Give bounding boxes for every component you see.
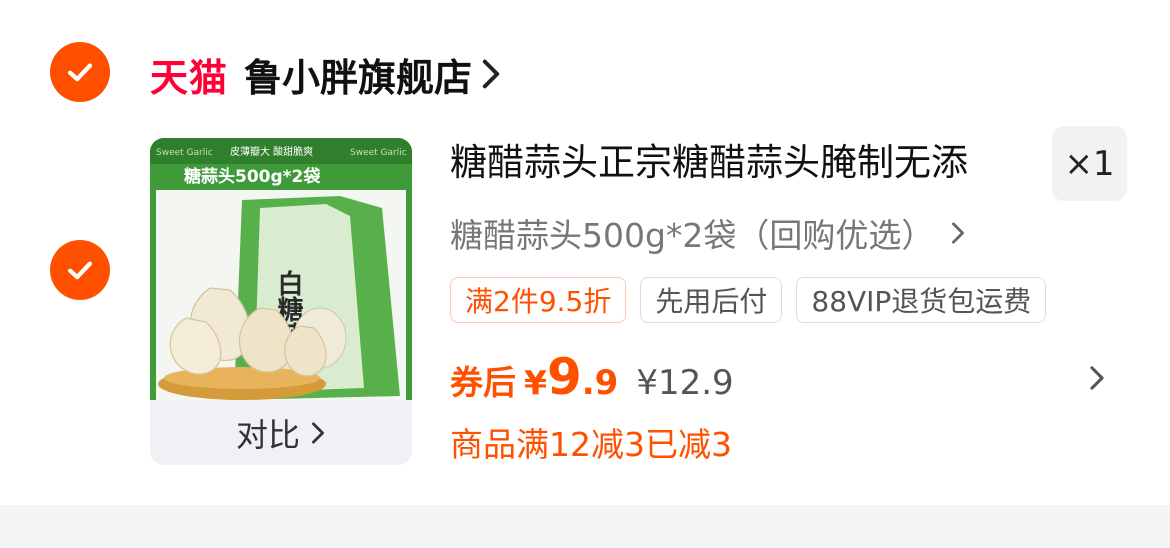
price-integer: 9 (546, 348, 582, 406)
image-headline: 糖蒜头500g*2袋 (184, 166, 321, 187)
tag-discount: 满2件9.5折 (450, 277, 627, 323)
chevron-right-icon (952, 222, 965, 244)
tmall-logo: 天猫 (150, 55, 229, 100)
section-divider (0, 505, 1170, 548)
promo-tags: 满2件9.5折 先用后付 88VIP退货包运费 (450, 277, 1047, 323)
product-image: Sweet Garlic 皮薄瓣大 酸甜脆爽 Sweet Garlic 糖蒜头5… (150, 138, 412, 400)
chevron-right-icon (482, 59, 500, 89)
compare-label: 对比 (235, 415, 300, 454)
tag-vip-return: 88VIP退货包运费 (796, 277, 1047, 323)
quantity-badge[interactable]: ×1 (1052, 126, 1127, 201)
tag-pay-later: 先用后付 (640, 277, 783, 323)
product-thumbnail[interactable]: Sweet Garlic 皮薄瓣大 酸甜脆爽 Sweet Garlic 糖蒜头5… (150, 138, 412, 465)
store-select-checkbox[interactable] (50, 42, 110, 102)
price-currency: ¥ (524, 363, 547, 402)
price-label: 券后 (450, 363, 516, 402)
sku-selector[interactable]: 糖醋蒜头500g*2袋（回购优选） (450, 208, 966, 258)
banner-mid-text: 皮薄瓣大 酸甜脆爽 (230, 145, 313, 158)
banner-left-text: Sweet Garlic (156, 148, 213, 158)
store-name: 鲁小胖旗舰店 (244, 55, 473, 100)
store-header[interactable]: 天猫 鲁小胖旗舰店 (150, 44, 502, 104)
chevron-right-icon[interactable] (1088, 364, 1106, 392)
banner-right-text: Sweet Garlic (350, 148, 407, 158)
compare-button[interactable]: 对比 (150, 400, 412, 465)
checkmark-icon (67, 261, 93, 280)
cart-item-card: 天猫 鲁小胖旗舰店 Sweet Garlic 皮薄瓣大 酸甜脆爽 Sweet G… (0, 0, 1170, 505)
discount-text: 商品满12减3已减3 (450, 425, 732, 464)
product-title[interactable]: 糖醋蒜头正宗糖醋蒜头腌制无添 (450, 138, 1030, 188)
item-select-checkbox[interactable] (50, 240, 110, 300)
checkmark-icon (67, 63, 93, 82)
price-row: 券后 ¥ 9 .9 ¥12.9 (450, 348, 734, 410)
original-price: ¥12.9 (636, 363, 734, 403)
chevron-right-icon (312, 421, 324, 444)
sku-label: 糖醋蒜头500g*2袋（回购优选） (450, 216, 935, 255)
price-decimal: .9 (581, 363, 619, 403)
